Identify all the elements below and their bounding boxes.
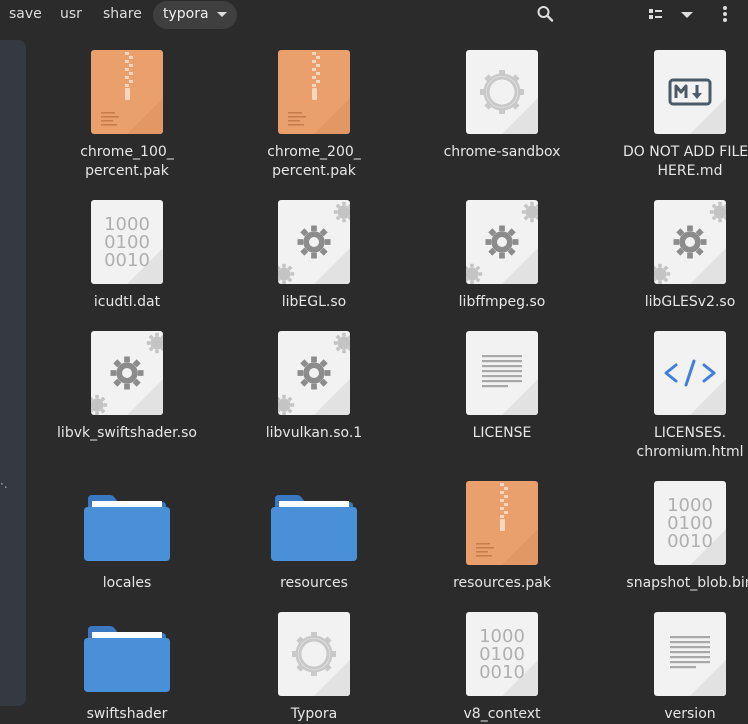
svg-text:0010: 0010	[104, 250, 150, 271]
archive-icon	[278, 50, 350, 134]
file-name: LICENSES. chromium.html	[636, 425, 744, 460]
file-name: DO NOT ADD FILES HERE.md	[622, 144, 748, 179]
breadcrumb-share[interactable]: share	[103, 1, 142, 29]
markdown-icon	[654, 50, 726, 134]
archive-icon	[466, 481, 538, 565]
breadcrumb-typora-label: typora	[163, 6, 209, 22]
file-name: swiftshader	[86, 706, 168, 722]
sidebar-dots: ·.	[0, 477, 8, 491]
file-name: resources	[280, 575, 348, 591]
html-icon	[654, 331, 726, 415]
folder-icon	[84, 612, 170, 696]
file-name: version	[664, 706, 716, 722]
file-name: LICENSE	[472, 425, 532, 441]
folder-icon	[84, 481, 170, 565]
file-name: libGLESv2.so	[644, 294, 736, 310]
file-name: Typora	[290, 706, 338, 722]
folder-icon	[271, 481, 357, 565]
file-name: libffmpeg.so	[458, 294, 546, 310]
sidebar[interactable]	[0, 40, 26, 706]
file-name: snapshot_blob.bin	[626, 575, 748, 591]
library-icon	[278, 200, 350, 284]
library-icon	[654, 200, 726, 284]
file-name: v8_context	[463, 706, 541, 722]
list-view-icon[interactable]	[645, 4, 667, 24]
executable-icon	[466, 50, 538, 134]
svg-text:0010: 0010	[667, 531, 713, 552]
library-icon	[466, 200, 538, 284]
text-icon	[466, 331, 538, 415]
binary-icon: 1000 0100 0010	[466, 612, 538, 696]
kebab-menu-icon[interactable]	[714, 4, 736, 24]
binary-icon: 1000 0100 0010	[654, 481, 726, 565]
file-name: libEGL.so	[281, 294, 347, 310]
file-name: chrome_100_ percent.pak	[80, 144, 174, 179]
text-icon	[654, 612, 726, 696]
file-name: chrome_200_ percent.pak	[267, 144, 361, 179]
svg-text:0010: 0010	[479, 662, 525, 683]
binary-icon: 1000 0100 0010	[91, 200, 163, 284]
archive-icon	[91, 50, 163, 134]
library-icon	[91, 331, 163, 415]
breadcrumb-typora[interactable]: typora	[153, 1, 237, 29]
view-options-chevron-icon[interactable]	[676, 4, 698, 24]
file-name: locales	[102, 575, 152, 591]
search-icon[interactable]	[535, 4, 557, 24]
file-name: icudtl.dat	[93, 294, 161, 310]
file-name: resources.pak	[453, 575, 551, 591]
breadcrumb-save[interactable]: save	[9, 1, 42, 29]
file-name: libvulkan.so.1	[265, 425, 363, 441]
path-bar: save usr share typora	[0, 0, 748, 30]
file-name: chrome-sandbox	[443, 144, 561, 160]
breadcrumb-usr[interactable]: usr	[60, 1, 82, 29]
file-name: libvk_swiftshader.so	[57, 425, 197, 441]
library-icon	[278, 331, 350, 415]
executable-icon	[278, 612, 350, 696]
chevron-down-icon	[216, 11, 227, 17]
